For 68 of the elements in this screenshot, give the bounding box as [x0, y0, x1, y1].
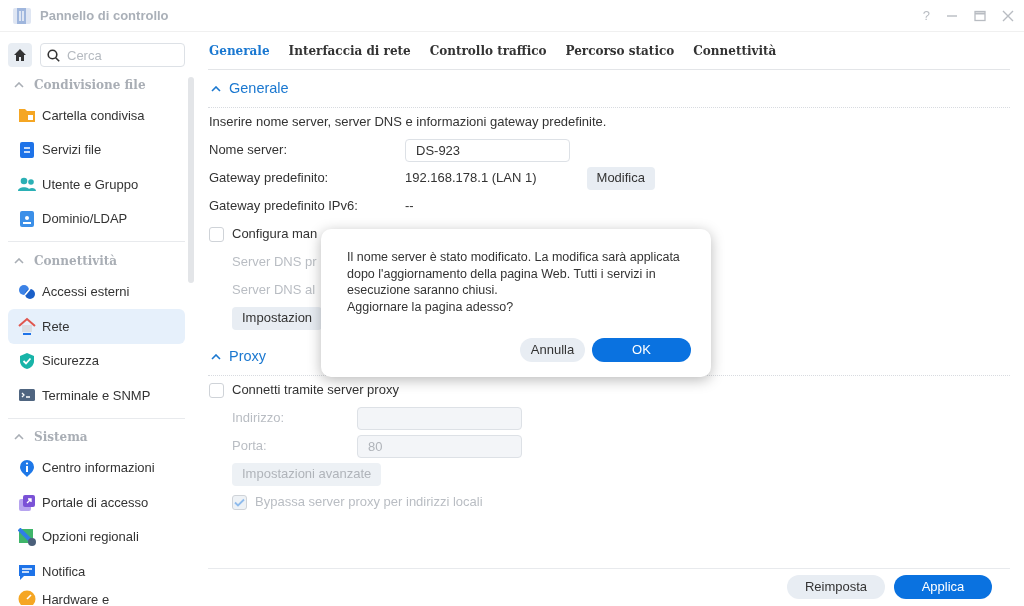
search-icon — [47, 49, 60, 62]
settings-button[interactable]: Impostazion — [232, 306, 323, 330]
sidebar-item[interactable]: Dominio/LDAP — [8, 201, 185, 237]
description-text: Inserire nome server, server DNS e informazioni gateway predefinite. — [209, 113, 607, 132]
cancel-button[interactable]: Annulla — [520, 338, 585, 362]
section-title: Generale — [229, 78, 289, 98]
checkbox-label: Connetti tramite server proxy — [232, 381, 399, 400]
sidebar-item[interactable]: Hardware e — [8, 589, 185, 605]
link-icon — [18, 282, 36, 301]
portal-icon — [18, 493, 36, 512]
field-label: Server DNS al — [232, 281, 316, 300]
dialog-question: Aggiornare la pagina adesso? — [347, 298, 515, 315]
section-title: Proxy — [229, 346, 267, 366]
sidebar-item[interactable]: Utente e Gruppo — [8, 167, 185, 202]
chat-icon — [18, 562, 36, 581]
maximize-icon — [974, 9, 986, 22]
sidebar-item[interactable]: Opzioni regionali — [8, 519, 185, 555]
gauge-icon — [18, 590, 36, 605]
sidebar-item[interactable]: Portale di accesso — [8, 485, 185, 520]
sidebar-item[interactable]: Servizi file — [8, 132, 185, 168]
sidebar-item[interactable]: Cartella condivisa — [8, 98, 185, 133]
home-icon — [13, 48, 27, 62]
folder-icon — [18, 106, 36, 125]
checkbox-label: Configura man — [232, 225, 318, 244]
sidebar-item[interactable]: Notifica — [8, 554, 185, 590]
checkbox[interactable] — [209, 226, 224, 242]
input-field[interactable]: DS-923 — [405, 138, 570, 162]
search-field[interactable]: Cerca — [40, 43, 185, 67]
sidebar-item[interactable]: Centro informazioni — [8, 450, 185, 486]
field-value: 192.168.178.1 (LAN 1) — [405, 169, 537, 188]
group-heading: Condivisione file — [34, 76, 146, 94]
scrollbar[interactable] — [188, 77, 194, 283]
field-value: -- — [405, 197, 414, 216]
app-icon — [12, 5, 32, 26]
tab[interactable]: Percorso statico — [565, 41, 675, 60]
house-icon — [18, 317, 36, 336]
tab[interactable]: Connettività — [693, 41, 777, 60]
sidebar-item[interactable]: Sicurezza — [8, 343, 185, 379]
group-heading: Connettività — [34, 252, 118, 270]
ok-button[interactable]: OK — [592, 338, 691, 362]
checkbox[interactable] — [209, 382, 224, 398]
sidebar-item[interactable]: Terminale e SNMP — [8, 378, 185, 413]
field-label: Server DNS pr — [232, 253, 317, 272]
field-label: Indirizzo: — [232, 409, 286, 428]
dialog-message: Il nome server è stato modificato. La modifica sarà applicata dopo l'aggiornamento della pagina Web. Tutti i servizi in esecuzione saranno chiusi. — [347, 249, 681, 299]
sidebar-item[interactable]: Rete — [8, 308, 185, 344]
checkbox-label: Bypassa server proxy per indirizzi locali — [255, 493, 483, 512]
info-icon — [18, 459, 36, 478]
reset-button[interactable]: Reimposta — [787, 575, 885, 599]
field-label: Gateway predefinito IPv6: — [209, 197, 359, 216]
apply-button[interactable]: Applica — [894, 575, 992, 599]
home-button[interactable] — [8, 43, 32, 67]
close-icon — [1002, 9, 1014, 22]
document-icon — [18, 140, 36, 159]
map-icon — [18, 528, 36, 547]
id-card-icon — [18, 210, 36, 229]
tab[interactable]: Generale — [209, 41, 270, 60]
window-title: Pannello di controllo — [40, 6, 169, 25]
shield-icon — [18, 351, 36, 370]
tab[interactable]: Interfaccia di rete — [288, 41, 411, 60]
sidebar-item[interactable]: Accessi esterni — [8, 274, 185, 309]
field-label: Gateway predefinito: — [209, 169, 330, 188]
edit-button[interactable]: Modifica — [586, 166, 655, 190]
field-label: Nome server: — [209, 141, 289, 160]
field-label: Porta: — [232, 437, 268, 456]
group-heading: Sistema — [34, 429, 88, 447]
tab[interactable]: Controllo traffico — [429, 41, 547, 60]
users-icon — [18, 175, 36, 194]
